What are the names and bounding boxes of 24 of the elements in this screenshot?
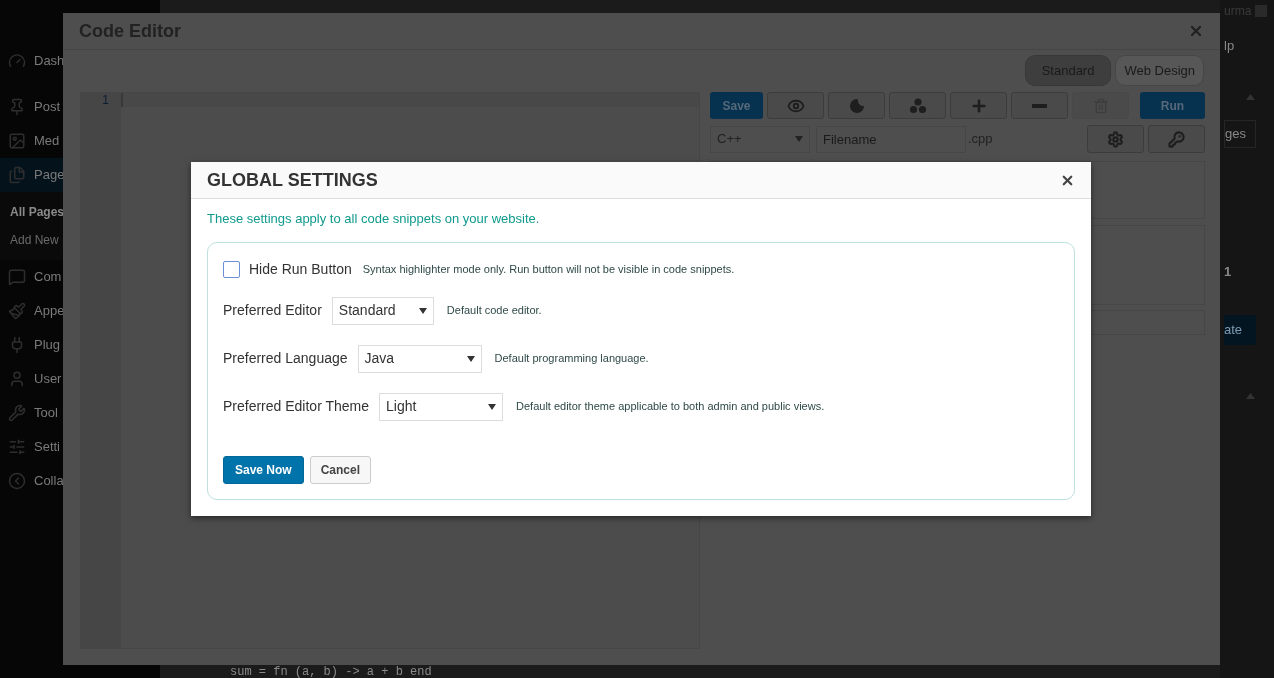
menu-label: Med (34, 132, 60, 151)
menu-label: Appe (34, 302, 65, 321)
menu-label: Tool (34, 404, 58, 423)
hint-text: Default programming language. (494, 351, 649, 367)
hint-text: Syntax highlighter mode only. Run button will not be visible in code snippets. (362, 261, 735, 277)
hint-text: Default code editor. (446, 303, 542, 319)
dialog-title: GLOBAL SETTINGS (207, 168, 378, 192)
menu-label: Dash (34, 52, 65, 71)
menu-label: Com (34, 268, 62, 287)
checkbox-label: Hide Run Button (249, 259, 352, 279)
dialog-description: These settings apply to all code snippets on your website. (207, 210, 541, 228)
menu-label: Colla (34, 472, 64, 491)
menu-label: Page (34, 166, 65, 185)
setting-label: Preferred Language (223, 349, 348, 368)
hint-text: Default editor theme applicable to both admin and public views. (516, 399, 825, 415)
line-number: 1 (102, 93, 109, 107)
menu-label: Post (34, 98, 60, 117)
menu-label: User (34, 370, 62, 389)
count-label: 1 (1224, 262, 1233, 281)
menu-label: Setti (34, 438, 60, 457)
setting-label: Preferred Editor (223, 301, 322, 320)
setting-label: Preferred Editor Theme (223, 397, 370, 416)
menu-label: Plug (34, 336, 61, 355)
code-line: sum = fn (a, b) -> a + b end (230, 666, 433, 678)
